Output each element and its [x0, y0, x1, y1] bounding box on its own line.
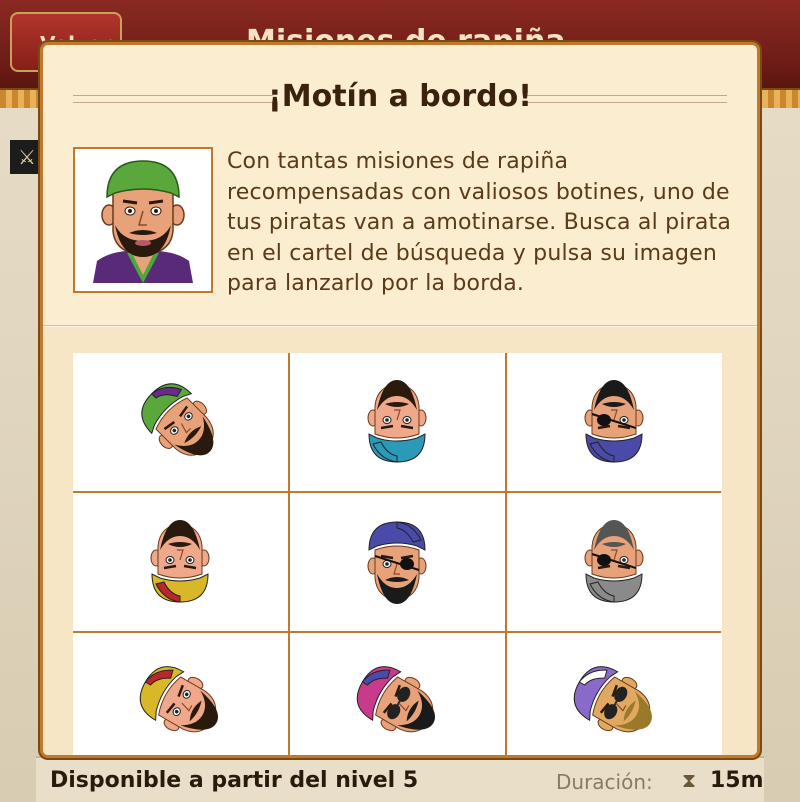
mission-footer: Disponible a partir del nivel 5 Duración… [36, 756, 764, 802]
pirate-face-icon [573, 666, 652, 733]
pirate-cell[interactable] [507, 493, 722, 631]
pirate-cell[interactable] [290, 633, 505, 755]
pirate-cell[interactable] [290, 493, 505, 631]
availability-text: Disponible a partir del nivel 5 [50, 768, 419, 793]
pirate-portrait [73, 147, 213, 293]
pirate-portrait-image [93, 160, 193, 283]
pirate-face-icon [356, 666, 435, 733]
sword-icon: ⚔ [10, 140, 44, 174]
mutiny-dialog: ¡Motín a bordo! Con tantas misiones de r… [40, 42, 760, 758]
duration-value: 15m [710, 768, 764, 793]
wanted-poster-grid [73, 353, 722, 755]
pirate-face-icon [139, 666, 218, 733]
pirate-face-icon [584, 520, 644, 603]
pirate-face-icon [150, 520, 210, 603]
pirate-face-icon [141, 383, 214, 456]
pirate-cell[interactable] [73, 353, 288, 491]
pirate-cell[interactable] [507, 353, 722, 491]
pirate-face-icon [367, 380, 427, 463]
pirate-cell[interactable] [290, 353, 505, 491]
duration-label: Duración: [556, 770, 653, 794]
pirate-cell[interactable] [507, 633, 722, 755]
pirate-face-icon [367, 521, 427, 604]
pirate-cell[interactable] [73, 633, 288, 755]
hourglass-icon: ⧗ [682, 768, 697, 792]
dialog-description: Con tantas misiones de rapiña recompensa… [227, 149, 732, 296]
pirate-cell[interactable] [73, 493, 288, 631]
dialog-title-row: ¡Motín a bordo! [73, 75, 727, 119]
dialog-title: ¡Motín a bordo! [268, 79, 532, 114]
pirate-face-icon [584, 380, 644, 463]
